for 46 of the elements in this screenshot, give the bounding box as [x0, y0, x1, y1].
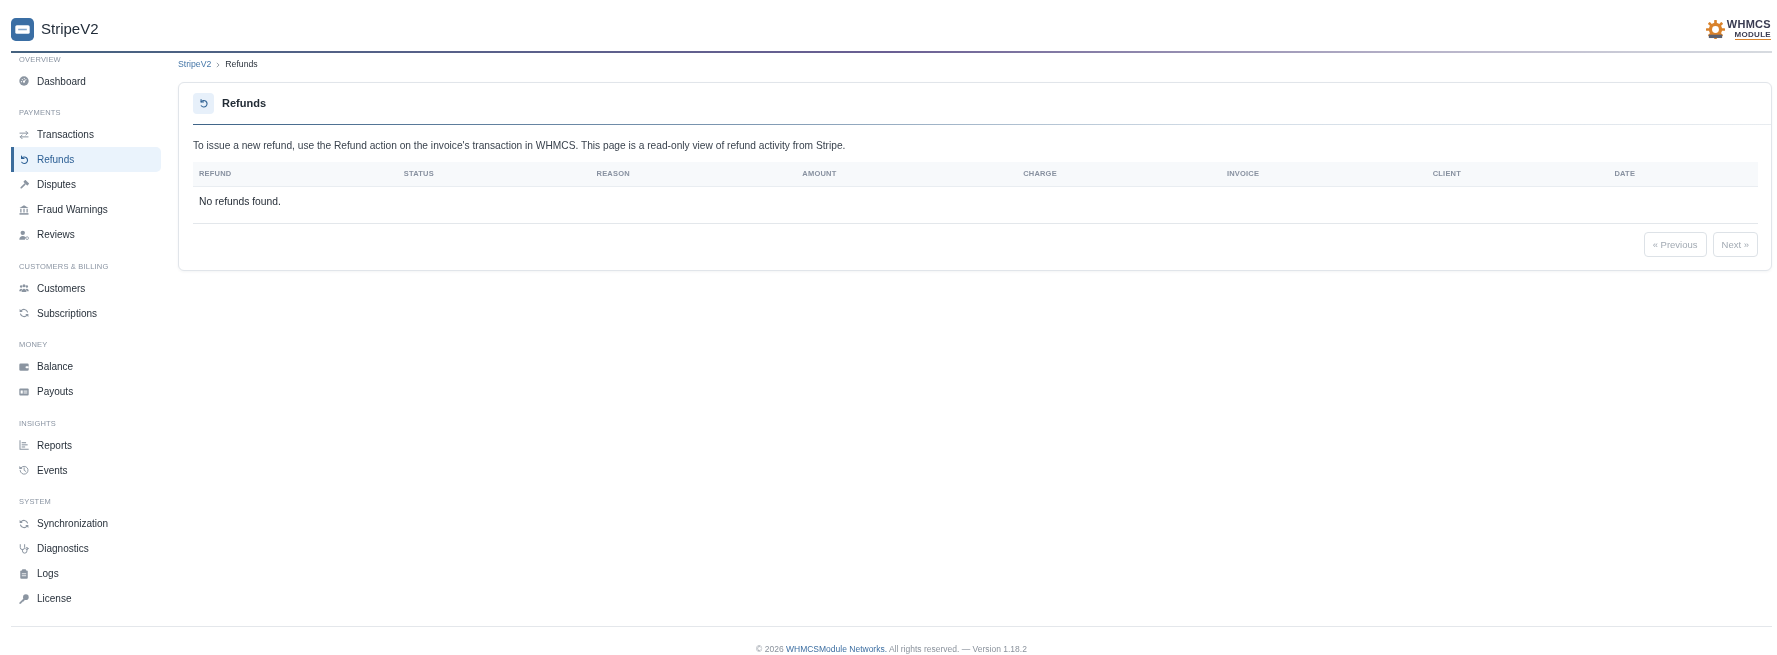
sidebar-item[interactable]: Customers [11, 275, 161, 301]
description-text: To issue a new refund, use the Refund action on the invoice's transaction in WHMCS. This page is a read-only view of refund activity from Stripe. [193, 139, 847, 153]
arrows-icon [19, 129, 29, 140]
footer-link[interactable]: WHMCSModule Networks. [786, 644, 888, 654]
sidebar-item[interactable]: Reports [11, 432, 161, 458]
wallet-icon [19, 361, 29, 372]
key-icon [19, 593, 29, 604]
sidebar-item[interactable]: Reviews [11, 222, 161, 247]
sidebar-item[interactable]: Diagnostics [11, 536, 161, 561]
sidebar-item[interactable]: Synchronization [11, 511, 161, 536]
gear-icon [1705, 19, 1725, 39]
logo-icon [11, 17, 34, 41]
sidebar-item[interactable]: Events [11, 457, 161, 483]
bank-icon [19, 204, 29, 215]
refresh-icon [19, 308, 29, 318]
breadcrumb-current: Refunds [225, 58, 258, 71]
users-icon [19, 283, 29, 293]
brand-tagline: MODULE [1734, 30, 1771, 40]
sidebar-item[interactable]: Subscriptions [11, 300, 161, 326]
gavel-icon [19, 179, 29, 190]
clipboard-icon [19, 568, 29, 579]
stethoscope-icon [19, 543, 29, 554]
card-title: Refunds [222, 95, 266, 111]
brand-name: WHMCS [1726, 18, 1771, 30]
sidebar-item[interactable]: Disputes [11, 172, 161, 197]
undo-icon [193, 92, 214, 114]
gauge-icon [19, 76, 29, 86]
footer-text: © 2026 WHMCSModule Networks. All rights reserved. — Version 1.18.2 [756, 643, 1027, 655]
history-icon [19, 465, 29, 475]
sidebar-item[interactable]: Fraud Warnings [11, 197, 161, 222]
sidebar-item[interactable]: License [11, 586, 161, 611]
card-icon [19, 386, 29, 397]
sidebar-item[interactable]: Refunds [11, 147, 161, 172]
empty-message: No refunds found. [199, 195, 281, 207]
breadcrumb-link[interactable]: StripeV2 [178, 58, 212, 71]
chart-icon [19, 440, 29, 450]
sidebar-item[interactable]: Transactions [11, 122, 161, 147]
chevron-icon [216, 61, 221, 68]
sidebar-item[interactable]: Balance [11, 354, 161, 379]
app-name: StripeV2 [41, 20, 99, 38]
sidebar-item[interactable]: Dashboard [11, 68, 161, 94]
undo-icon [19, 154, 29, 165]
user-icon [19, 229, 29, 240]
refresh-icon [19, 518, 29, 529]
sidebar-item[interactable]: Logs [11, 561, 161, 586]
sidebar-item[interactable]: Payouts [11, 379, 161, 404]
